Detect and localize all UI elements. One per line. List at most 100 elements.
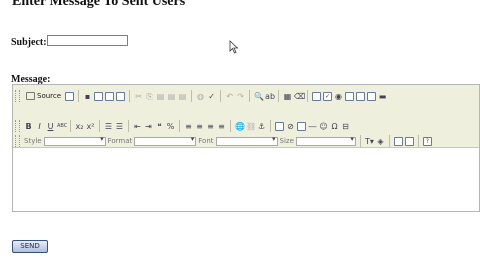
select-all-icon[interactable]: ▦ [283,92,292,101]
find-icon[interactable]: 🔍 [254,92,264,101]
align-center-icon[interactable]: ≡ [195,122,204,131]
editor-content-area[interactable] [13,149,479,211]
size-combo[interactable]: Size [279,135,356,146]
numbered-list-icon[interactable]: ☰ [104,122,113,131]
format-combo[interactable]: Format [107,135,197,146]
toolbar-separator [70,120,71,132]
bulleted-list-icon[interactable]: ☰ [115,122,124,131]
text-field-icon[interactable] [345,91,355,101]
underline-icon[interactable]: U [46,122,55,131]
source-label: Source [37,92,62,100]
save-icon[interactable]: ▪ [83,92,92,101]
form-icon[interactable] [312,91,322,101]
page-break-icon[interactable]: ⊟ [341,122,350,131]
font-label: Font [198,137,214,145]
select-field-icon[interactable] [367,91,377,101]
print-icon[interactable] [116,91,126,101]
style-select[interactable] [43,135,106,146]
paste-text-icon[interactable]: ▤ [167,92,176,101]
preview-icon[interactable] [105,91,115,101]
toolbar-separator [417,135,419,147]
textarea-icon[interactable] [356,91,366,101]
rich-text-editor: Source ▪ ✂ ⎘ ▤ ▤ ▤ ◍ ✓ ↶ ↷ 🔍 ab ▦ ⌫ ✓ ◉ … [12,84,480,212]
align-left-icon[interactable]: ≡ [184,122,193,131]
size-label: Size [279,137,294,145]
toolbar-row-3: Style Format Font Size T▾ ◈ ? [15,134,432,148]
print-preview-icon[interactable]: ◍ [196,92,205,101]
format-label: Format [107,137,133,145]
subscript-icon[interactable]: x₂ [75,122,84,131]
copy-icon[interactable]: ⎘ [145,92,154,101]
font-combo[interactable]: Font [198,135,278,146]
toolbar-separator [128,120,129,132]
toolbar-separator [270,120,271,132]
checkbox-icon[interactable]: ✓ [323,91,333,101]
send-button[interactable]: SEND [12,240,48,253]
smiley-icon[interactable]: ☺ [319,122,328,131]
blockquote-icon[interactable]: ❝ [155,122,164,131]
subject-input[interactable] [47,35,128,46]
show-blocks-icon[interactable] [404,136,414,146]
source-button[interactable]: Source [24,92,63,100]
toolbar-separator [388,135,390,147]
background-color-icon[interactable]: ◈ [376,137,385,146]
remove-format-icon[interactable]: ⌫ [294,92,305,101]
toolbar-row-1: Source ▪ ✂ ⎘ ▤ ▤ ▤ ◍ ✓ ↶ ↷ 🔍 ab ▦ ⌫ ✓ ◉ … [15,89,387,103]
anchor-icon[interactable]: ⚓ [257,122,266,131]
toolbar-separator [278,90,280,102]
style-combo[interactable]: Style [24,135,106,146]
div-icon[interactable]: % [166,122,175,131]
superscript-icon[interactable]: x² [86,122,95,131]
about-icon[interactable]: ? [422,136,432,146]
image-icon[interactable] [275,121,284,131]
button-icon[interactable]: ▬ [378,92,387,101]
unlink-icon[interactable]: ⛓ [246,122,256,131]
maximize-icon[interactable] [393,136,403,146]
table-icon[interactable] [297,121,306,131]
horizontal-rule-icon[interactable]: ― [308,122,317,131]
flash-icon[interactable]: ⊘ [286,122,295,131]
bold-icon[interactable]: B [24,122,33,131]
spell-check-icon[interactable]: ✓ [207,92,216,101]
style-label: Style [24,137,42,145]
toolbar-separator [78,90,80,102]
radio-icon[interactable]: ◉ [334,92,343,101]
text-color-icon[interactable]: T▾ [365,137,374,146]
indent-icon[interactable]: ⇥ [144,122,153,131]
subject-label: Subject: [11,37,47,48]
undo-icon[interactable]: ↶ [225,92,234,101]
toolbar-grip[interactable] [15,90,20,102]
toolbar-separator [230,120,231,132]
templates-icon[interactable] [65,91,75,101]
redo-icon[interactable]: ↷ [236,92,245,101]
align-right-icon[interactable]: ≡ [206,122,215,131]
link-icon[interactable]: 🌐 [235,122,245,131]
paste-icon[interactable]: ▤ [156,92,165,101]
toolbar-row-2: B I U ABC x₂ x² ☰ ☰ ⇤ ⇥ ❝ % ≡ ≡ ≡ ≡ 🌐 ⛓ … [15,119,350,133]
page-title: Enter Message To Sent Users [12,0,186,9]
format-select[interactable] [134,135,197,146]
toolbar-separator [307,90,309,102]
special-char-icon[interactable]: Ω [330,122,339,131]
toolbar-separator [220,90,222,102]
toolbar-separator [249,90,251,102]
strikethrough-icon[interactable]: ABC [57,122,67,131]
toolbar-separator [99,120,100,132]
toolbar-grip[interactable] [15,120,20,132]
mouse-cursor-icon [229,40,239,54]
toolbar-separator [191,90,193,102]
size-select[interactable] [295,135,356,146]
cut-icon[interactable]: ✂ [134,92,143,101]
new-page-icon[interactable] [94,91,104,101]
font-select[interactable] [215,135,278,146]
editor-toolbar: Source ▪ ✂ ⎘ ▤ ▤ ▤ ◍ ✓ ↶ ↷ 🔍 ab ▦ ⌫ ✓ ◉ … [13,85,479,148]
outdent-icon[interactable]: ⇤ [133,122,142,131]
justify-icon[interactable]: ≡ [217,122,226,131]
italic-icon[interactable]: I [35,122,44,131]
replace-icon[interactable]: ab [265,92,275,101]
paste-word-icon[interactable]: ▤ [178,92,187,101]
toolbar-separator [129,90,131,102]
toolbar-separator [359,135,361,147]
toolbar-grip[interactable] [15,135,20,147]
source-icon [26,92,35,100]
